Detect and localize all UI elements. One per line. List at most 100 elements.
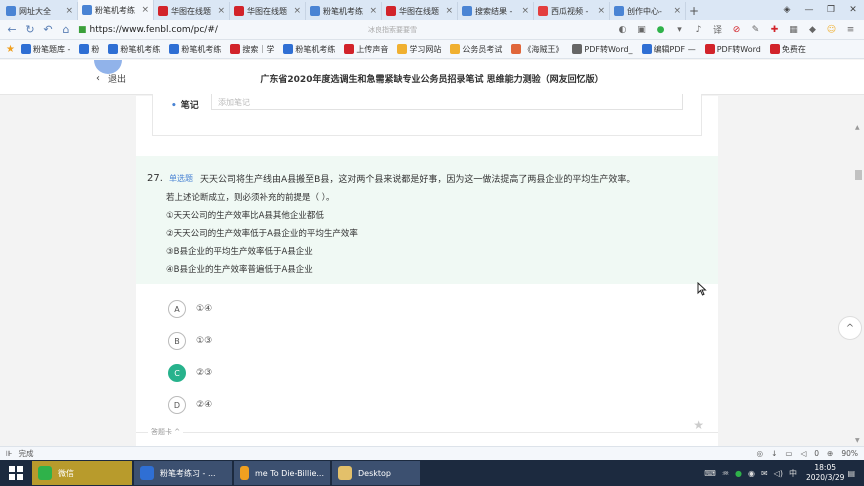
windows-start-button[interactable] bbox=[0, 460, 32, 486]
notifications-icon[interactable]: ▤ bbox=[847, 469, 855, 478]
browser-tab[interactable]: 华图在线题 × bbox=[382, 2, 458, 20]
home-icon[interactable]: ⌂ bbox=[58, 22, 74, 38]
speaker-icon[interactable]: ◁ bbox=[800, 449, 806, 458]
status-play-icon[interactable]: ⊪ bbox=[6, 449, 13, 458]
close-window-icon[interactable]: ✕ bbox=[842, 0, 864, 20]
settings-menu-icon[interactable]: ≡ bbox=[843, 23, 858, 37]
wechat-icon[interactable]: ● bbox=[653, 23, 668, 37]
taskbar-item[interactable]: me To Die-Billie... bbox=[234, 461, 330, 485]
note-input[interactable]: 添加笔记 bbox=[211, 94, 683, 110]
back-to-top-button[interactable]: ^ bbox=[838, 316, 862, 340]
back-icon[interactable]: ← bbox=[4, 22, 20, 38]
close-icon[interactable]: × bbox=[369, 6, 377, 16]
zoom-level[interactable]: 90% bbox=[841, 449, 858, 458]
download-icon[interactable]: ↓ bbox=[771, 449, 777, 458]
close-icon[interactable]: × bbox=[217, 6, 225, 16]
zoom-icon[interactable]: ⊕ bbox=[827, 449, 833, 458]
option-letter[interactable]: B bbox=[168, 332, 186, 350]
bookmark-item[interactable]: 编辑PDF — bbox=[641, 44, 696, 55]
gift-icon[interactable]: ✚ bbox=[767, 23, 782, 37]
close-icon[interactable]: × bbox=[597, 6, 605, 16]
block-icon[interactable]: ⊘ bbox=[729, 23, 744, 37]
bookmark-item[interactable]: 免费在 bbox=[769, 44, 806, 55]
clock[interactable]: 18:05 2020/3/29 bbox=[806, 463, 844, 483]
bookmark-item[interactable]: PDF转Word_ bbox=[572, 44, 633, 55]
network-icon[interactable]: ♒ bbox=[722, 469, 729, 478]
tablet-icon[interactable]: ▭ bbox=[785, 449, 792, 458]
option-letter[interactable]: D bbox=[168, 396, 186, 414]
extension-icon[interactable]: ◐ bbox=[615, 23, 630, 37]
chat-tray-icon[interactable]: ✉ bbox=[761, 469, 768, 478]
game-icon[interactable]: ◆ bbox=[805, 23, 820, 37]
keyboard-icon[interactable]: ⌨ bbox=[704, 469, 716, 478]
new-tab-icon[interactable]: + bbox=[686, 2, 702, 20]
bookmark-item[interactable]: 上传声音 bbox=[344, 44, 388, 55]
bookmark-item[interactable]: 粉笔机考练 bbox=[169, 44, 221, 55]
screenshot-icon[interactable]: ▣ bbox=[634, 23, 649, 37]
bookmark-item[interactable]: 《海贼王》 bbox=[511, 44, 563, 55]
url-text[interactable]: https://www.fenbl.com/pc/#/ bbox=[90, 25, 218, 35]
bookmark-item[interactable]: 学习网站 bbox=[397, 44, 441, 55]
input-method-icon[interactable]: 中 bbox=[789, 468, 797, 479]
history-icon[interactable]: ↶ bbox=[40, 22, 56, 38]
smile-icon[interactable]: ☺ bbox=[824, 23, 839, 37]
option-text[interactable]: ②④ bbox=[196, 400, 212, 410]
menu-icon[interactable]: ▾ bbox=[672, 23, 687, 37]
tab-favicon-icon bbox=[462, 6, 472, 16]
browser-tab[interactable]: 创作中心- × bbox=[610, 2, 686, 20]
bookmark-item[interactable]: 粉笔题库 - bbox=[20, 44, 70, 55]
maximize-icon[interactable]: ❐ bbox=[820, 0, 842, 20]
option-text[interactable]: ①③ bbox=[196, 336, 212, 346]
bookmark-item[interactable]: 粉笔机考练 bbox=[108, 44, 160, 55]
browser-tab[interactable]: 粉笔机考练 × bbox=[306, 2, 382, 20]
scroll-down-arrow[interactable]: ▼ bbox=[855, 437, 864, 444]
skin-icon[interactable]: ◈ bbox=[776, 0, 798, 20]
refresh-icon[interactable]: ↻ bbox=[22, 22, 38, 38]
favorite-star-icon[interactable]: ★ bbox=[693, 418, 704, 432]
answer-option-b[interactable]: B ①③ bbox=[168, 332, 212, 350]
close-icon[interactable]: × bbox=[445, 6, 453, 16]
question-prompt: 若上述论断成立，则必须补充的前提是（ ）。 bbox=[166, 193, 335, 203]
bookmark-item[interactable]: 公务员考试 bbox=[450, 44, 502, 55]
grid-icon[interactable]: ▦ bbox=[786, 23, 801, 37]
shield-icon[interactable]: ◎ bbox=[757, 449, 764, 458]
wechat-tray-icon[interactable]: ● bbox=[735, 469, 742, 478]
close-icon[interactable]: × bbox=[521, 6, 529, 16]
option-letter[interactable]: A bbox=[168, 300, 186, 318]
close-icon[interactable]: × bbox=[673, 6, 681, 16]
bookmark-item[interactable]: PDF转Word bbox=[704, 44, 761, 55]
scrollbar-thumb[interactable] bbox=[855, 170, 862, 180]
browser-tab[interactable]: 网址大全 × bbox=[2, 2, 78, 20]
url-field[interactable]: ■ https://www.fenbl.com/pc/#/ bbox=[76, 22, 356, 37]
bookmark-item[interactable]: 粉 bbox=[79, 44, 99, 55]
taskbar-item[interactable]: 粉笔考练习 - ... bbox=[134, 461, 232, 485]
option-letter[interactable]: C bbox=[168, 364, 186, 382]
browser-tab[interactable]: 西瓜视频 - × bbox=[534, 2, 610, 20]
bookmark-item[interactable]: 粉笔机考练 bbox=[283, 44, 335, 55]
browser-tab[interactable]: 华图在线题 × bbox=[154, 2, 230, 20]
taskbar-item[interactable]: Desktop bbox=[332, 461, 420, 485]
volume-icon[interactable]: ◁) bbox=[774, 469, 783, 478]
close-icon[interactable]: × bbox=[65, 6, 73, 16]
search-input[interactable]: 冰良指索要要雪 bbox=[364, 22, 464, 37]
close-icon[interactable]: × bbox=[293, 6, 301, 16]
close-icon[interactable]: × bbox=[141, 5, 149, 15]
browser-tab[interactable]: 搜索结果 - × bbox=[458, 2, 534, 20]
answer-option-d[interactable]: D ②④ bbox=[168, 396, 212, 414]
answer-option-c[interactable]: C ②③ bbox=[168, 364, 212, 382]
bell-icon[interactable]: ♪ bbox=[691, 23, 706, 37]
bookmark-item[interactable]: 搜索｜学 bbox=[230, 44, 274, 55]
tools-icon[interactable]: ✎ bbox=[748, 23, 763, 37]
browser-tab[interactable]: 华图在线题 × bbox=[230, 2, 306, 20]
option-text[interactable]: ①④ bbox=[196, 304, 212, 314]
answer-card-toggle[interactable]: 答题卡 ^ bbox=[148, 427, 184, 437]
minimize-icon[interactable]: — bbox=[798, 0, 820, 20]
browser-tab[interactable]: 粉笔机考练 × bbox=[78, 0, 154, 20]
scroll-up-arrow[interactable]: ▲ bbox=[855, 124, 864, 131]
option-text[interactable]: ②③ bbox=[196, 368, 212, 378]
bookmark-star-icon[interactable]: ★ bbox=[6, 44, 15, 55]
taskbar-item[interactable]: 微信 bbox=[32, 461, 132, 485]
qq-tray-icon[interactable]: ◉ bbox=[748, 469, 755, 478]
answer-option-a[interactable]: A ①④ bbox=[168, 300, 212, 318]
translate-icon[interactable]: 译 bbox=[710, 23, 725, 37]
